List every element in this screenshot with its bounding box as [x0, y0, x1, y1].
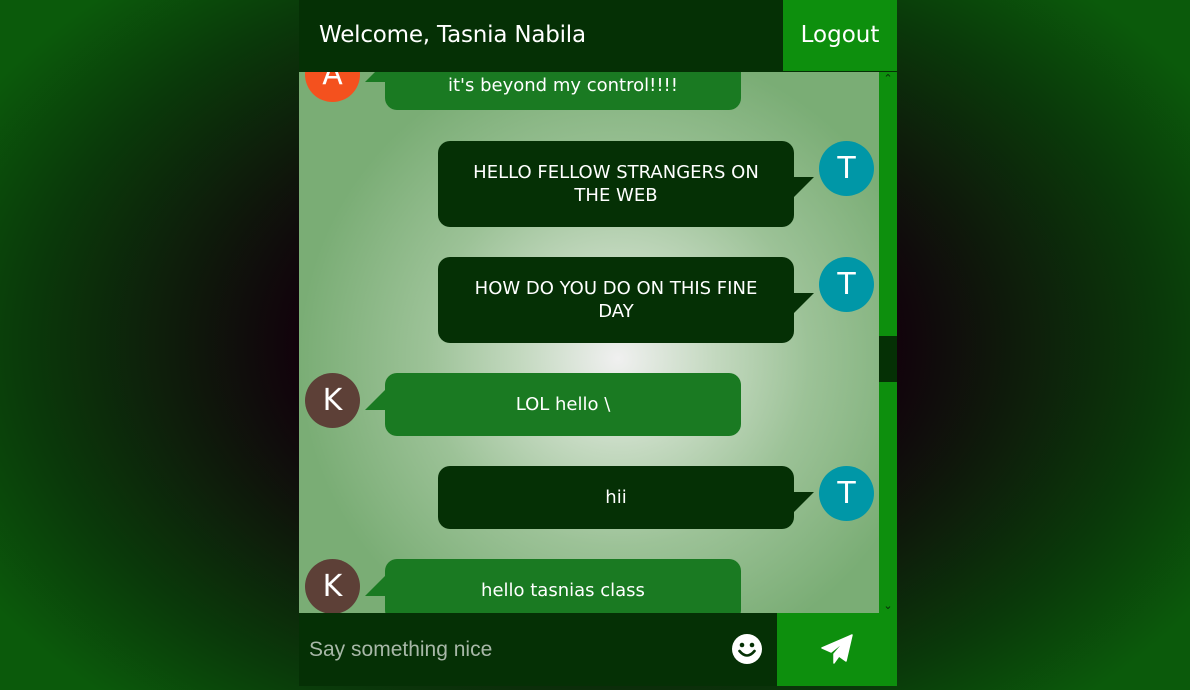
avatar: K: [305, 373, 360, 428]
composer: [299, 613, 897, 686]
message-list[interactable]: A it's beyond my control!!!! HELLO FELLO…: [299, 72, 879, 613]
avatar: T: [819, 466, 874, 521]
chat-app: Welcome, Tasnia Nabila Logout A it's bey…: [299, 0, 897, 686]
message-bubble: HELLO FELLOW STRANGERS ON THE WEB: [438, 141, 814, 227]
logout-button[interactable]: Logout: [783, 0, 897, 71]
message-list-scrollbar[interactable]: ⌃ ⌄: [879, 72, 897, 613]
message-text: it's beyond my control!!!!: [448, 74, 678, 96]
message-bubble: LOL hello \: [365, 373, 741, 436]
message-text: HOW DO YOU DO ON THIS FINE DAY: [474, 278, 758, 322]
header: Welcome, Tasnia Nabila Logout: [299, 0, 897, 72]
avatar: A: [305, 72, 360, 102]
message-text: hii: [605, 487, 627, 508]
avatar: K: [305, 559, 360, 613]
message-text: LOL hello \: [515, 394, 611, 415]
smiley-icon[interactable]: [731, 633, 763, 665]
message-input[interactable]: [299, 613, 777, 686]
paper-plane-icon: [821, 634, 853, 664]
scroll-down-arrow-icon[interactable]: ⌄: [879, 599, 897, 613]
scroll-up-arrow-icon[interactable]: ⌃: [879, 72, 897, 86]
message-bubble: it's beyond my control!!!!: [365, 72, 741, 110]
message-bubble: hello tasnias class: [365, 559, 741, 613]
avatar: T: [819, 141, 874, 196]
scroll-thumb[interactable]: [879, 336, 897, 382]
message-bubble: hii: [438, 466, 814, 529]
avatar: T: [819, 257, 874, 312]
message-text: HELLO FELLOW STRANGERS ON THE WEB: [473, 162, 759, 206]
message-text: hello tasnias class: [481, 580, 645, 601]
send-button[interactable]: [777, 613, 897, 686]
welcome-text: Welcome, Tasnia Nabila: [319, 22, 586, 48]
message-bubble: HOW DO YOU DO ON THIS FINE DAY: [438, 257, 814, 343]
